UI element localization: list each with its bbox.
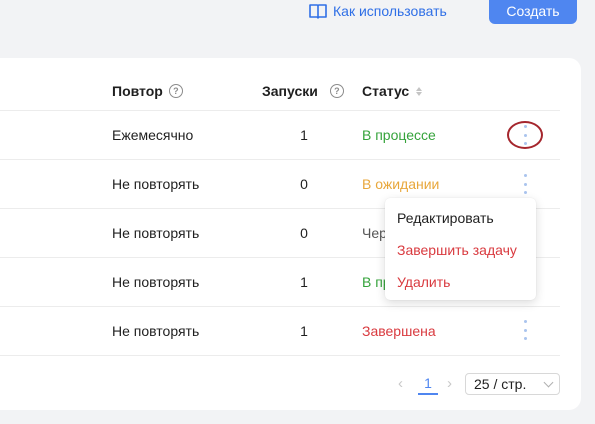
create-button[interactable]: Создать [489, 0, 577, 24]
cell-runs: 1 [300, 274, 308, 290]
how-to-use-label: Как использовать [333, 3, 447, 19]
column-header-status[interactable]: Статус [362, 80, 423, 102]
cell-runs: 0 [300, 225, 308, 241]
page-size-value: 25 / стр. [474, 376, 527, 392]
question-icon[interactable]: ? [329, 84, 344, 98]
divider [0, 159, 560, 160]
column-header-repeat: Повтор ? [112, 80, 183, 102]
row-actions-icon[interactable] [520, 174, 530, 194]
cell-runs: 0 [300, 176, 308, 192]
page-number[interactable]: 1 [418, 373, 438, 395]
next-page-icon[interactable]: › [447, 375, 452, 392]
question-icon[interactable]: ? [168, 84, 183, 98]
cell-repeat: Ежемесячно [112, 127, 194, 143]
menu-item-finish-task[interactable]: Завершить задачу [397, 240, 517, 260]
status-badge: Чер [362, 225, 387, 241]
status-badge: Завершена [362, 323, 436, 339]
row-actions-icon[interactable] [520, 320, 530, 340]
divider [0, 355, 560, 356]
cell-repeat: Не повторять [112, 323, 200, 339]
column-label-runs: Запуски [262, 83, 318, 99]
page-size-select[interactable]: 25 / стр. [465, 373, 560, 395]
cell-runs: 1 [300, 323, 308, 339]
row-actions-menu: Редактировать Завершить задачу Удалить [385, 198, 536, 300]
how-to-use-link[interactable]: Как использовать [309, 0, 447, 22]
menu-item-delete[interactable]: Удалить [397, 272, 450, 292]
divider [0, 110, 560, 111]
sort-icon[interactable] [416, 86, 423, 96]
click-highlight-circle [507, 121, 543, 149]
cell-repeat: Не повторять [112, 176, 200, 192]
cell-repeat: Не повторять [112, 274, 200, 290]
status-badge: В ожидании [362, 176, 440, 192]
status-badge: В процессе [362, 127, 436, 143]
book-icon [309, 3, 327, 19]
cell-repeat: Не повторять [112, 225, 200, 241]
column-label-status: Статус [362, 83, 410, 99]
chevron-down-icon [543, 377, 554, 387]
cell-runs: 1 [300, 127, 308, 143]
prev-page-icon[interactable]: ‹ [398, 375, 403, 392]
divider [0, 306, 560, 307]
column-header-runs: Запуски ? [262, 80, 344, 102]
column-label-repeat: Повтор [112, 83, 163, 99]
menu-item-edit[interactable]: Редактировать [397, 208, 494, 228]
